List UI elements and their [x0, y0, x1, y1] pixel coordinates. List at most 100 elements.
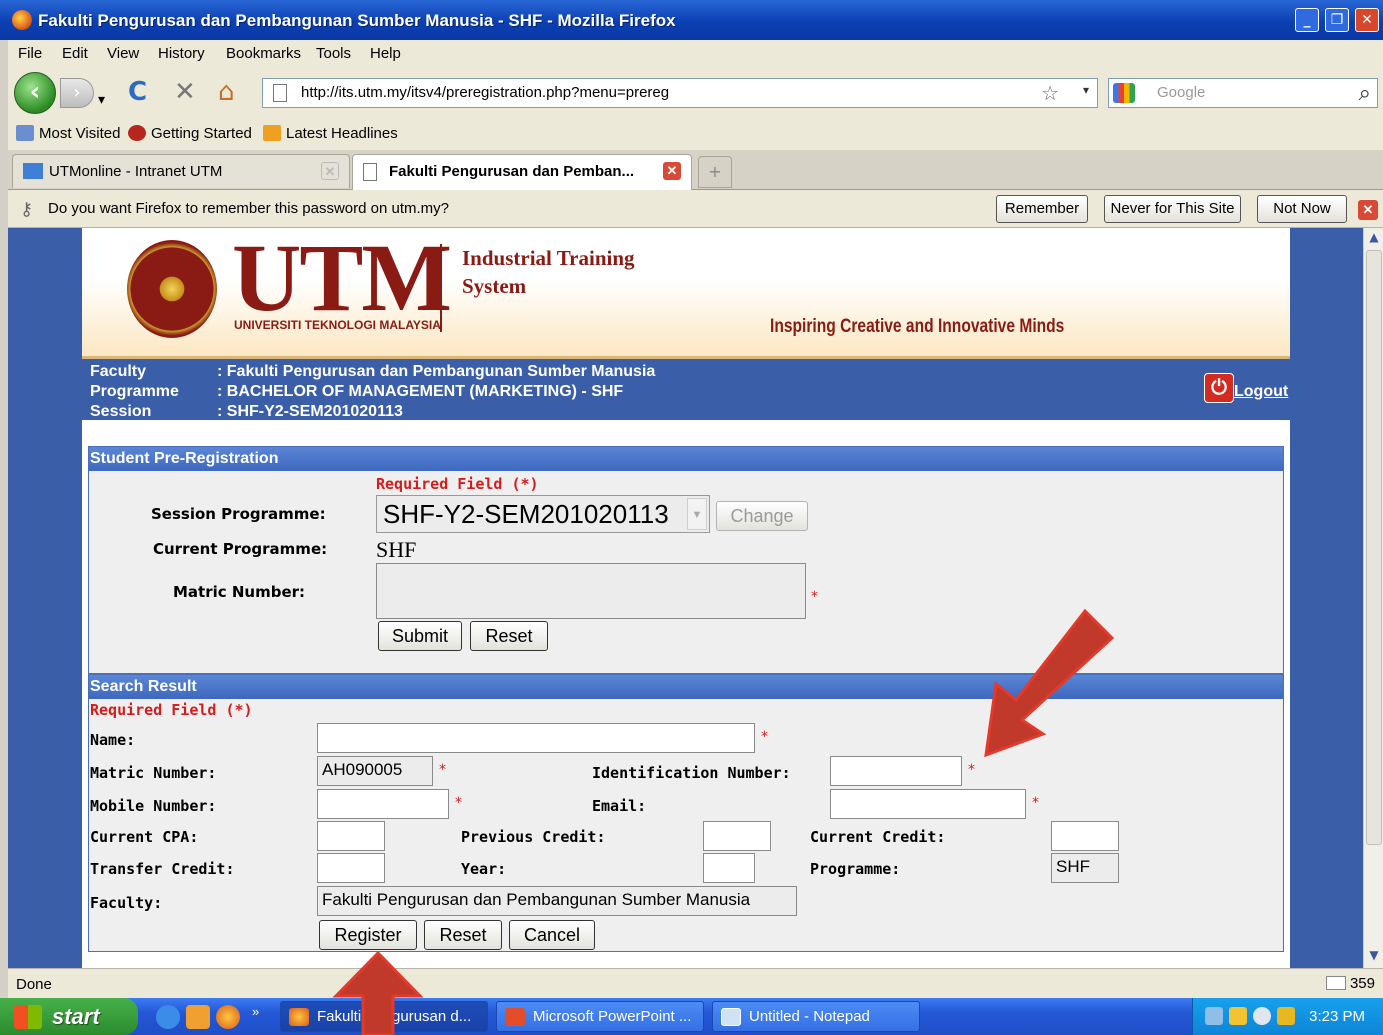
- search-box[interactable]: Google ⌕: [1108, 78, 1378, 108]
- current-cpa-label: Current CPA:: [90, 828, 199, 846]
- close-window-button[interactable]: ✕: [1355, 8, 1379, 32]
- matric-number-input[interactable]: [376, 563, 806, 619]
- student-info-bar: Faculty: Fakulti Pengurusan dan Pembangu…: [82, 356, 1290, 420]
- ie-icon[interactable]: [156, 1005, 180, 1029]
- identification-number-input[interactable]: [830, 756, 962, 786]
- scroll-down-icon[interactable]: ▼: [1366, 948, 1382, 966]
- mail-indicator[interactable]: 359: [1325, 975, 1375, 992]
- previous-credit-input[interactable]: [703, 821, 771, 851]
- rss-icon: [263, 125, 281, 141]
- required-star: *: [968, 762, 975, 778]
- email-label: Email:: [592, 797, 647, 815]
- shield-icon[interactable]: [1229, 1007, 1247, 1025]
- remember-button[interactable]: Remember: [996, 195, 1088, 223]
- history-dropdown-icon[interactable]: ▾: [98, 84, 105, 116]
- scroll-up-icon[interactable]: ▲: [1366, 230, 1382, 248]
- tab-close-icon[interactable]: ✕: [663, 162, 681, 180]
- key-icon: ⚷: [20, 199, 34, 219]
- bookmark-getting-started[interactable]: Getting Started: [128, 125, 252, 142]
- tab-close-icon[interactable]: ✕: [321, 162, 339, 180]
- notification-close-icon[interactable]: ✕: [1358, 200, 1378, 220]
- scrollbar-thumb[interactable]: [1366, 250, 1382, 845]
- matric-number-field[interactable]: AH090005: [317, 756, 433, 786]
- stop-icon[interactable]: ✕: [174, 76, 196, 108]
- address-bar[interactable]: http://its.utm.my/itsv4/preregistration.…: [262, 78, 1098, 108]
- menu-history[interactable]: History: [158, 45, 205, 62]
- programme-field[interactable]: SHF: [1051, 853, 1119, 883]
- web-viewport: UTM UNIVERSITI TEKNOLOGI MALAYSIA Indust…: [8, 228, 1363, 968]
- back-button[interactable]: ‹: [14, 72, 56, 114]
- year-input[interactable]: [703, 853, 755, 883]
- tab-favicon: [23, 163, 43, 179]
- forward-button[interactable]: ›: [60, 78, 94, 108]
- required-star: *: [1032, 795, 1039, 811]
- taskbar-item-firefox[interactable]: Fakulti Pengurusan d...: [280, 1001, 488, 1032]
- menu-bookmarks[interactable]: Bookmarks: [226, 45, 301, 62]
- required-star: *: [455, 795, 462, 811]
- menu-file[interactable]: File: [18, 45, 42, 62]
- restore-button[interactable]: ❐: [1325, 8, 1349, 32]
- mobile-number-input[interactable]: [317, 789, 449, 819]
- status-text: Done: [16, 976, 52, 993]
- change-button[interactable]: Change: [716, 501, 808, 531]
- firefox-quicklaunch-icon[interactable]: [216, 1005, 240, 1029]
- tab-utmonline[interactable]: UTMonline - Intranet UTM ✕: [12, 154, 350, 188]
- reset-button[interactable]: Reset: [424, 920, 502, 950]
- banner-divider: [440, 244, 442, 332]
- register-button[interactable]: Register: [319, 920, 417, 950]
- utm-banner: UTM UNIVERSITI TEKNOLOGI MALAYSIA Indust…: [82, 228, 1290, 356]
- start-button[interactable]: start: [0, 998, 138, 1035]
- tab-fakulti[interactable]: Fakulti Pengurusan dan Pemban... ✕: [352, 154, 692, 190]
- bookmark-star-icon[interactable]: ☆: [1041, 81, 1059, 106]
- url-text: http://its.utm.my/itsv4/preregistration.…: [301, 84, 670, 101]
- clock: 3:23 PM: [1309, 1008, 1365, 1025]
- search-icon[interactable]: ⌕: [1359, 80, 1371, 106]
- home-icon[interactable]: ⌂: [218, 76, 235, 108]
- programme-label: Programme:: [810, 860, 901, 878]
- faculty-field[interactable]: Fakulti Pengurusan dan Pembangunan Sumbe…: [317, 886, 797, 916]
- taskbar-item-notepad[interactable]: Untitled - Notepad: [712, 1001, 920, 1032]
- windows-taskbar: start » Fakulti Pengurusan d... Microsof…: [0, 998, 1383, 1035]
- window-titlebar[interactable]: Fakulti Pengurusan dan Pembangunan Sumbe…: [0, 0, 1383, 40]
- cancel-button[interactable]: Cancel: [509, 920, 595, 950]
- notification-message: Do you want Firefox to remember this pas…: [48, 200, 449, 217]
- panel-header: Student Pre-Registration: [89, 447, 1283, 471]
- quicklaunch-more-icon[interactable]: »: [252, 1004, 259, 1019]
- volume-icon[interactable]: [1253, 1007, 1271, 1025]
- reload-icon[interactable]: C: [128, 76, 147, 108]
- logout-link[interactable]: ⏻ Logout: [1204, 373, 1288, 403]
- menu-view[interactable]: View: [107, 45, 139, 62]
- key-tray-icon[interactable]: [1277, 1007, 1295, 1025]
- menu-tools[interactable]: Tools: [316, 45, 351, 62]
- session-programme-select[interactable]: SHF-Y2-SEM201020113 ▼: [376, 495, 710, 533]
- name-input[interactable]: [317, 723, 755, 753]
- menu-edit[interactable]: Edit: [62, 45, 88, 62]
- tab-bar: UTMonline - Intranet UTM ✕ Fakulti Pengu…: [8, 150, 1383, 190]
- google-engine-icon[interactable]: [1113, 83, 1135, 103]
- submit-button[interactable]: Submit: [378, 621, 462, 651]
- current-credit-input[interactable]: [1051, 821, 1119, 851]
- session-info: Session: SHF-Y2-SEM201020113: [90, 403, 403, 420]
- outlook-icon[interactable]: [186, 1005, 210, 1029]
- url-dropdown-icon[interactable]: ▾: [1083, 83, 1089, 97]
- vertical-scrollbar[interactable]: ▲ ▼: [1363, 228, 1383, 968]
- bookmark-latest-headlines[interactable]: Latest Headlines: [263, 125, 398, 142]
- powerpoint-icon: [505, 1008, 525, 1026]
- transfer-credit-input[interactable]: [317, 853, 385, 883]
- menu-bar: File Edit View History Bookmarks Tools H…: [8, 40, 1383, 68]
- email-input[interactable]: [830, 789, 1026, 819]
- chevron-down-icon[interactable]: ▼: [687, 498, 707, 530]
- taskbar-item-powerpoint[interactable]: Microsoft PowerPoint ...: [496, 1001, 704, 1032]
- never-for-this-site-button[interactable]: Never for This Site: [1104, 195, 1241, 223]
- new-tab-button[interactable]: +: [698, 156, 732, 188]
- minimize-button[interactable]: _: [1295, 8, 1319, 32]
- panel-header: Search Result: [89, 675, 1283, 699]
- menu-help[interactable]: Help: [370, 45, 401, 62]
- matric-number-label: Matric Number:: [90, 764, 217, 782]
- required-star: *: [439, 762, 446, 778]
- network-icon[interactable]: [1205, 1007, 1223, 1025]
- not-now-button[interactable]: Not Now: [1257, 195, 1347, 223]
- prereg-reset-button[interactable]: Reset: [470, 621, 548, 651]
- current-cpa-input[interactable]: [317, 821, 385, 851]
- bookmark-most-visited[interactable]: Most Visited: [16, 125, 120, 142]
